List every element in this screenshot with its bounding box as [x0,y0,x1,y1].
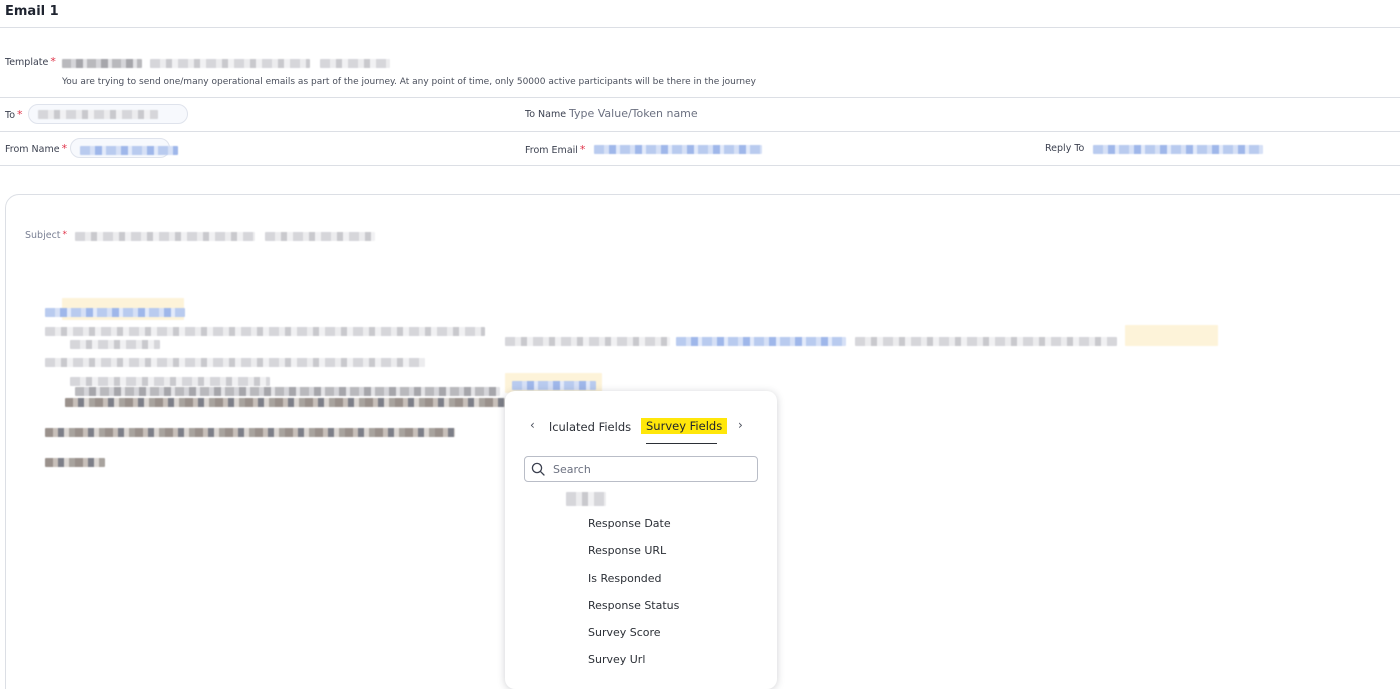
body-text [70,340,160,349]
body-text [45,327,485,336]
token-picker-popup [505,391,777,689]
body-text [45,308,185,317]
field-response-url[interactable]: Response URL [588,544,666,557]
to-name-input[interactable]: Type Value/Token name [569,107,698,120]
field-group-header [566,492,606,506]
template-label: Template * [5,55,56,68]
field-survey-url[interactable]: Survey Url [588,653,645,666]
field-response-status[interactable]: Response Status [588,599,679,612]
body-text [505,337,670,346]
search-icon [531,462,545,476]
template-select-value-2 [320,59,390,68]
reply-to-label: Reply To [1045,143,1085,154]
to-field-value [38,110,158,119]
from-email-field[interactable] [594,145,762,154]
to-name-label: To Name [525,109,567,120]
body-text [65,398,505,407]
body-text [45,458,105,467]
divider [0,97,1400,98]
field-is-responded[interactable]: Is Responded [588,572,662,585]
field-response-date[interactable]: Response Date [588,517,671,530]
tab-calculated-fields[interactable]: lculated Fields [549,420,631,434]
tab-scroll-left-icon[interactable]: ‹ [530,418,535,432]
tab-survey-fields[interactable]: Survey Fields [641,418,728,434]
tab-scroll-right-icon[interactable]: › [738,418,743,432]
page-title: Email 1 [5,4,59,19]
subject-input[interactable] [75,232,255,241]
token-search-box [524,456,758,482]
template-select[interactable] [62,59,142,68]
template-select-value [150,59,310,68]
field-survey-score[interactable]: Survey Score [588,626,661,639]
body-text [70,377,270,386]
token-chip [1125,325,1218,346]
from-name-value [80,146,178,155]
token-chip-label [512,381,596,390]
body-text [855,337,1117,346]
from-name-label: From Name * [5,142,68,155]
divider [0,165,1400,166]
reply-to-field[interactable] [1093,145,1263,154]
template-note: You are trying to send one/many operatio… [62,77,756,87]
body-text [75,387,500,396]
to-label: To * [5,108,23,121]
active-tab-indicator [646,443,717,444]
subject-input-value [265,232,375,241]
divider [0,27,1400,28]
divider [0,131,1400,132]
body-text [45,358,425,367]
body-link [676,337,846,346]
subject-label: Subject * [25,230,68,241]
body-text [45,428,455,437]
from-email-label: From Email * [525,143,586,156]
token-search-input[interactable] [553,461,743,477]
